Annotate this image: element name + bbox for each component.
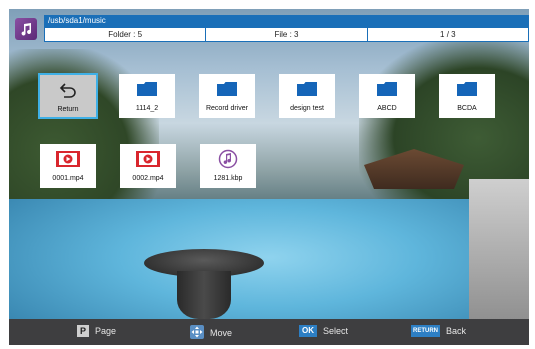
folder-icon (377, 74, 397, 104)
page-indicator: 1 / 3 (440, 30, 456, 39)
item-label: 0001.mp4 (52, 175, 84, 182)
media-browser-screen: /usb/sda1/music Folder : 5 File : 3 1 / … (9, 9, 529, 345)
page-hint-label: Page (95, 326, 117, 336)
dpad-icon (190, 325, 204, 341)
item-folder-design-test[interactable]: design test (279, 74, 335, 118)
folder-icon (297, 74, 317, 104)
select-hint-label: Select (323, 326, 349, 336)
page-key-icon: P (77, 325, 89, 337)
file-count: File : 3 (206, 28, 368, 41)
video-file-icon (56, 144, 80, 174)
footer-back-hint: RETURN Back (411, 325, 466, 337)
item-folder-abcd[interactable]: ABCD (359, 74, 415, 118)
item-label: Return (57, 106, 79, 113)
item-folder-1114-2[interactable]: 1114_2 (119, 74, 175, 118)
folder-icon (217, 74, 237, 104)
item-label: design test (290, 105, 324, 112)
footer-move-hint: Move (190, 325, 232, 341)
item-file-0001-mp4[interactable]: 0001.mp4 (40, 144, 96, 188)
item-label: 1281.kbp (213, 175, 243, 182)
ok-key-icon: OK (299, 325, 317, 337)
item-folder-record-driver[interactable]: Record driver (199, 74, 255, 118)
item-file-0002-mp4[interactable]: 0002.mp4 (120, 144, 176, 188)
item-label: 1114_2 (135, 105, 159, 112)
folder-icon (457, 74, 477, 104)
back-hint-label: Back (446, 326, 467, 336)
item-folder-bcda[interactable]: BCDA (439, 74, 495, 118)
folder-count: Folder : 5 (45, 28, 207, 41)
folder-icon (137, 74, 157, 104)
item-file-1281-kbp[interactable]: 1281.kbp (200, 144, 256, 188)
footer-help-bar: P Page Move OK Select RETURN Back (9, 319, 529, 345)
footer-select-hint: OK Select (299, 325, 348, 337)
current-path: /usb/sda1/music (44, 15, 529, 27)
move-hint-label: Move (210, 328, 233, 338)
fountain-stem (177, 271, 231, 319)
item-label: BCDA (457, 105, 477, 112)
item-label: 0002.mp4 (132, 175, 164, 182)
item-return[interactable]: Return (38, 73, 98, 119)
video-file-icon (136, 144, 160, 174)
pool-deck (469, 179, 529, 329)
return-key-icon: RETURN (411, 325, 440, 337)
item-label: ABCD (377, 105, 397, 112)
info-bar: Folder : 5 File : 3 1 / 3 (44, 27, 529, 42)
header-bar: /usb/sda1/music Folder : 5 File : 3 1 / … (9, 9, 529, 52)
footer-page-hint: P Page (77, 325, 116, 337)
music-source-icon (15, 18, 37, 40)
item-label: Record driver (205, 105, 248, 112)
music-file-icon (218, 144, 238, 174)
return-arrow-icon (59, 75, 77, 105)
